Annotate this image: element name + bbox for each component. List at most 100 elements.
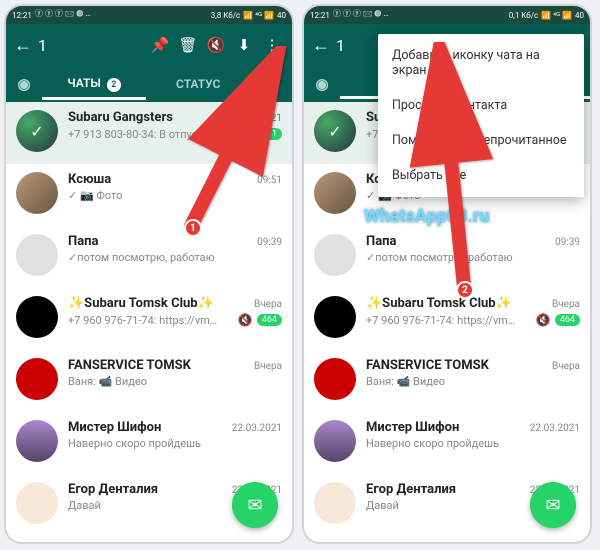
avatar[interactable] <box>16 358 58 400</box>
unread-count: 464 <box>555 314 580 326</box>
avatar[interactable] <box>16 482 58 524</box>
chat-name: Ксюша <box>68 172 111 187</box>
chat-preview: ✓ 📷 Фото <box>68 189 276 202</box>
selection-count: 1 <box>38 36 47 55</box>
camera-icon[interactable]: ◉ <box>304 75 340 93</box>
chat-row[interactable]: Ксюша 09:51 ✓ 📷 Фото <box>6 164 292 226</box>
avatar[interactable] <box>16 172 58 214</box>
chat-time: 09:39 <box>555 237 580 248</box>
tab-calls[interactable]: З <box>250 71 292 97</box>
camera-icon[interactable]: ◉ <box>6 75 42 93</box>
tab-chats[interactable]: ЧАТЫ 2 <box>42 70 146 98</box>
selection-toolbar: ← 1 📌 🗑 🔇 ⬇︎ ⋮ <box>6 24 292 66</box>
annotation-1: 1 <box>184 219 202 237</box>
avatar[interactable] <box>314 234 356 276</box>
chat-row[interactable]: ✨Subaru Tomsk Club✨ Вчера +7 960 976-71-74… <box>6 288 292 350</box>
unread-count: 464 <box>257 314 282 326</box>
mute-icon[interactable]: 🔇 <box>202 31 230 59</box>
chat-preview: +7 960 976-71-74: https://vm… <box>68 314 232 327</box>
chat-name: Subaru Gangsters <box>68 110 173 125</box>
chat-row[interactable]: ✨Subaru Tomsk Club✨Вчера+7 960 976-71-74… <box>304 288 590 350</box>
chat-row[interactable]: FANSERVICE TOMSK Вчера Ваня: 📹 Видео <box>6 350 292 412</box>
chat-name: Егор Денталия <box>68 482 158 497</box>
chat-name: ✨Subaru Tomsk Club✨ <box>366 296 512 311</box>
menu-item[interactable]: Просмотр контакта <box>378 88 584 123</box>
archive-icon[interactable]: ⬇︎ <box>230 31 258 59</box>
back-icon[interactable]: ← <box>12 35 34 56</box>
chat-time: Вчера <box>552 361 580 372</box>
chat-preview: Наверно скоро пройдешь <box>68 437 276 450</box>
menu-item[interactable]: Добавить иконку чата на экран <box>378 38 584 88</box>
overflow-icon[interactable]: ⋮ <box>258 31 286 59</box>
menu-item[interactable]: Пометить как непрочитанное <box>378 123 584 158</box>
new-chat-fab[interactable]: ✉︎ <box>232 482 278 528</box>
avatar[interactable] <box>16 420 58 462</box>
chat-name: Мистер Шифон <box>68 420 161 435</box>
chat-row[interactable]: Папа 09:39 ✓потом посмотрю, работаю <box>6 226 292 288</box>
chat-name: FANSERVICE TOMSK <box>68 358 191 373</box>
chat-row[interactable]: ✓ Subaru Gangsters 12:21 +7 913 803-80-34: … <box>6 102 292 164</box>
chat-name: Папа <box>68 234 98 249</box>
chat-preview: ✓потом посмотрю, работаю <box>68 251 276 264</box>
battery-icon: 40 <box>575 11 584 20</box>
chat-name: Мистер Шифон <box>366 420 459 435</box>
phone-left: 12:21 ⓨ ⓨ ⓨ 🖂 ◍ … 3,8 Кб/с 📶 ⁴ᴳ 📶 40 ← 1… <box>4 4 294 544</box>
menu-item[interactable]: Выбрать все <box>378 158 584 193</box>
status-bar: 12:21 ⓨ ⓨ ⓨ 🖂 ◍ … 0,1 Кб/с 📶 ⁴ᴳ 📶 40 <box>304 6 590 24</box>
avatar[interactable] <box>314 420 356 462</box>
chat-name: ✨Subaru Tomsk Club✨ <box>68 296 214 311</box>
unread-badge: 2 <box>107 78 121 92</box>
annotation-2: 2 <box>456 281 474 299</box>
chat-preview: +7 913 803-80-34: В отпус… <box>68 128 232 141</box>
chat-preview: Ваня: 📹 Видео <box>366 375 574 388</box>
time-label: 12:21 <box>12 11 32 20</box>
status-bar: 12:21 ⓨ ⓨ ⓨ 🖂 ◍ … 3,8 Кб/с 📶 ⁴ᴳ 📶 40 <box>6 6 292 24</box>
chat-name: Папа <box>366 234 396 249</box>
chat-preview: Наверно скоро пройдешь <box>366 437 574 450</box>
chat-time: 12:21 <box>257 113 282 124</box>
chat-row[interactable]: FANSERVICE TOMSK Вчера Ваня: 📹 Видео <box>304 350 590 412</box>
new-chat-fab[interactable]: ✉︎ <box>530 482 576 528</box>
back-icon[interactable]: ← <box>310 35 332 56</box>
chat-preview: Ваня: 📹 Видео <box>68 375 276 388</box>
avatar[interactable] <box>314 296 356 338</box>
signal-icon: 📶 ⁴ᴳ 📶 <box>541 11 572 20</box>
chat-time: 22.03.2021 <box>530 423 580 434</box>
tab-status[interactable]: СТАТУС <box>146 71 250 97</box>
chat-row[interactable]: Мистер Шифон 22.03.2021 Наверно скоро прой… <box>304 412 590 474</box>
chat-time: 09:51 <box>257 175 282 186</box>
battery-icon: 40 <box>277 11 286 20</box>
chat-preview: ✓потом посмотрю, работаю <box>366 251 574 264</box>
chat-time: Вчера <box>254 361 282 372</box>
chat-row[interactable]: Папа 09:39 ✓потом посмотрю, работаю <box>304 226 590 288</box>
icons-left: ⓨ ⓨ ⓨ 🖂 ◍ … <box>35 8 91 22</box>
avatar[interactable] <box>16 234 58 276</box>
avatar[interactable]: ✓ <box>16 110 58 152</box>
chat-time: Вчера <box>254 299 282 310</box>
signal-icon: 📶 ⁴ᴳ 📶 <box>243 11 274 20</box>
message-icon: ✉︎ <box>247 495 262 516</box>
chat-row[interactable]: Мистер Шифон 22.03.2021 Наверно скоро прой… <box>6 412 292 474</box>
avatar[interactable]: ✓ <box>314 110 356 152</box>
unread-count: 911 <box>257 128 282 140</box>
pin-icon[interactable]: 📌 <box>146 31 174 59</box>
avatar[interactable] <box>314 172 356 214</box>
net-speed: 0,1 Кб/с <box>509 11 538 20</box>
chat-name: Егор Денталия <box>366 482 456 497</box>
chat-list[interactable]: ✓ Subaru Gangsters 12:21 +7 913 803-80-34: … <box>6 102 292 542</box>
chat-name: FANSERVICE TOMSK <box>366 358 489 373</box>
tab-bar: ◉ ЧАТЫ 2 СТАТУС З <box>6 66 292 102</box>
avatar[interactable] <box>314 482 356 524</box>
chat-preview: +7 960 976-71-74: https://vm… <box>366 314 530 327</box>
muted-icon: 🔇 <box>238 313 253 327</box>
muted-icon: 🔇 <box>536 313 551 327</box>
muted-icon: 🔇 <box>238 127 253 141</box>
chat-time: 22.03.2021 <box>232 423 282 434</box>
message-icon: ✉︎ <box>545 495 560 516</box>
chat-time: 09:39 <box>257 237 282 248</box>
delete-icon[interactable]: 🗑 <box>174 31 202 59</box>
net-speed: 3,8 Кб/с <box>211 11 240 20</box>
avatar[interactable] <box>314 358 356 400</box>
avatar[interactable] <box>16 296 58 338</box>
overflow-menu: Добавить иконку чата на экранПросмотр ко… <box>378 34 584 197</box>
